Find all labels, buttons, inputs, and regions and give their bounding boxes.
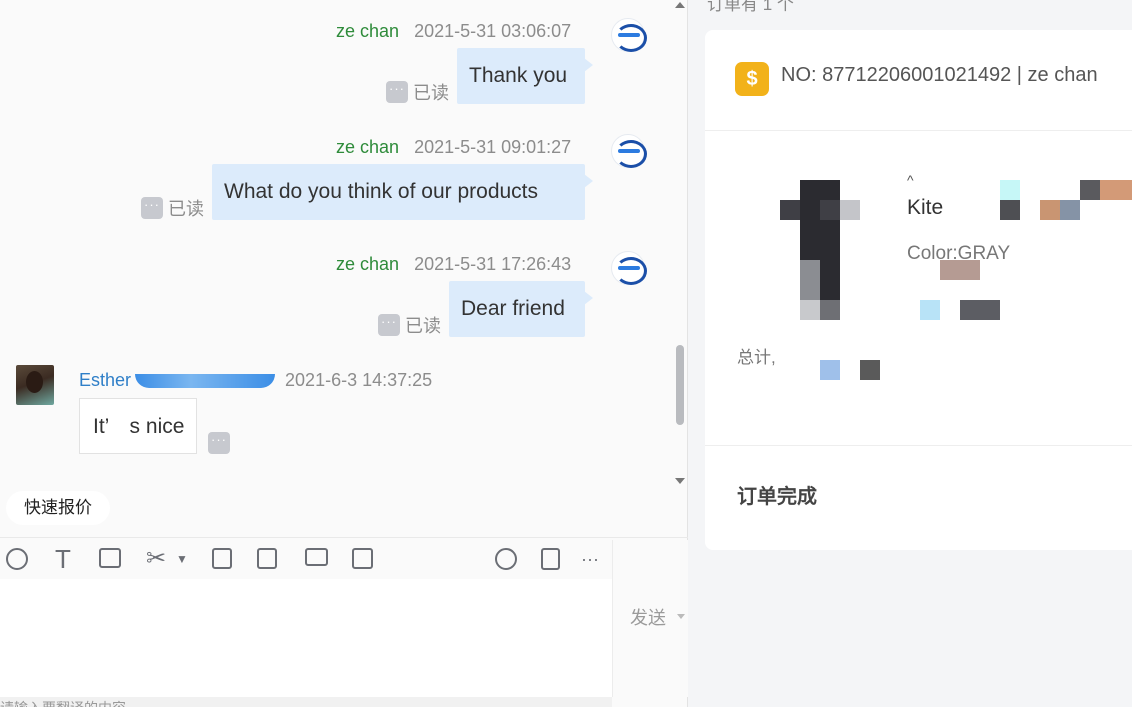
timestamp: 2021-5-31 09:01:27 [414, 137, 572, 157]
sender-name: Esther [79, 370, 132, 390]
dropdown-caret-icon[interactable]: ▼ [175, 546, 189, 572]
product-mark: ^ [907, 172, 914, 188]
divider [705, 130, 1132, 131]
order-status: 订单完成 [737, 486, 817, 508]
apps-icon[interactable] [349, 546, 375, 572]
message-meta: ze chan 2021-5-31 03:06:07 [336, 21, 571, 42]
app-window: ze chan 2021-5-31 03:06:07 Thank you ···… [0, 0, 1132, 707]
compose-toolbar: T ✂ ▼ ··· [0, 537, 688, 579]
scrollbar-thumb[interactable] [676, 345, 684, 425]
emoji-icon[interactable] [4, 546, 30, 572]
customer-avatar[interactable] [16, 365, 54, 405]
history-icon[interactable] [537, 546, 563, 572]
message-input[interactable] [0, 579, 612, 697]
sender-name: ze chan [336, 137, 400, 157]
timestamp: 2021-5-31 17:26:43 [414, 254, 572, 274]
sender-name: ze chan [336, 254, 400, 274]
message-meta: ze chan 2021-5-31 09:01:27 [336, 137, 571, 158]
timestamp: 2021-6-3 14:37:25 [285, 370, 433, 390]
divider [705, 445, 1132, 446]
redacted-name [135, 373, 276, 388]
read-status: ··· 已读 [378, 312, 441, 338]
read-label: 已读 [168, 199, 204, 219]
message-meta: ze chan 2021-5-31 17:26:43 [336, 254, 571, 275]
brand-avatar[interactable] [611, 134, 647, 168]
more-dots-icon[interactable]: ··· [141, 197, 163, 219]
chat-pane: ze chan 2021-5-31 03:06:07 Thank you ···… [0, 0, 688, 707]
message-bubble[interactable]: Dear friend [449, 281, 593, 337]
message-bubble[interactable]: What do you think of our products [212, 164, 593, 220]
brand-avatar[interactable] [611, 251, 647, 285]
message-bubble[interactable]: Thank you [457, 48, 593, 104]
send-button[interactable]: 发送 [630, 604, 666, 630]
read-status: ··· 已读 [141, 195, 204, 221]
read-status: ··· 已读 [386, 79, 449, 105]
timestamp: 2021-5-31 03:06:07 [414, 21, 572, 41]
read-label: 已读 [405, 316, 441, 336]
text-format-icon[interactable]: T [50, 546, 76, 572]
send-options-caret-icon[interactable] [677, 614, 685, 619]
message-bubble[interactable]: It’ s nice [79, 398, 197, 454]
template-icon[interactable] [254, 546, 280, 572]
read-label: 已读 [413, 83, 449, 103]
more-icon[interactable]: ··· [577, 546, 603, 572]
order-count-header: 订单有 1 个 [707, 0, 794, 14]
product-name[interactable]: Kite [907, 196, 943, 220]
scissors-icon[interactable]: ✂ [143, 546, 169, 572]
scroll-down-arrow-icon[interactable] [675, 478, 685, 484]
folder-icon[interactable] [303, 546, 329, 572]
brand-avatar[interactable] [611, 18, 647, 52]
order-pane: 订单有 1 个 $ NO: 87712206001021492 | ze cha… [689, 0, 1132, 707]
quick-quote-button[interactable]: 快速报价 [6, 491, 110, 525]
scroll-up-arrow-icon[interactable] [675, 2, 685, 8]
dollar-coin-icon: $ [735, 62, 769, 96]
forward-icon[interactable] [493, 546, 519, 572]
image-icon[interactable] [97, 546, 123, 572]
message-list[interactable]: ze chan 2021-5-31 03:06:07 Thank you ···… [0, 0, 688, 490]
input-placeholder: 请输入要翻译的内容 [0, 697, 612, 707]
calendar-icon[interactable] [209, 546, 235, 572]
sender-name: ze chan [336, 21, 400, 41]
order-number[interactable]: NO: 87712206001021492 | ze chan [781, 64, 1098, 87]
order-total: 总计, [737, 348, 776, 367]
order-card[interactable] [705, 30, 1132, 550]
more-dots-icon[interactable]: ··· [378, 314, 400, 336]
more-dots-icon[interactable]: ··· [208, 432, 230, 454]
message-meta: Esther 2021-6-3 14:37:25 [79, 370, 432, 391]
more-dots-icon[interactable]: ··· [386, 81, 408, 103]
